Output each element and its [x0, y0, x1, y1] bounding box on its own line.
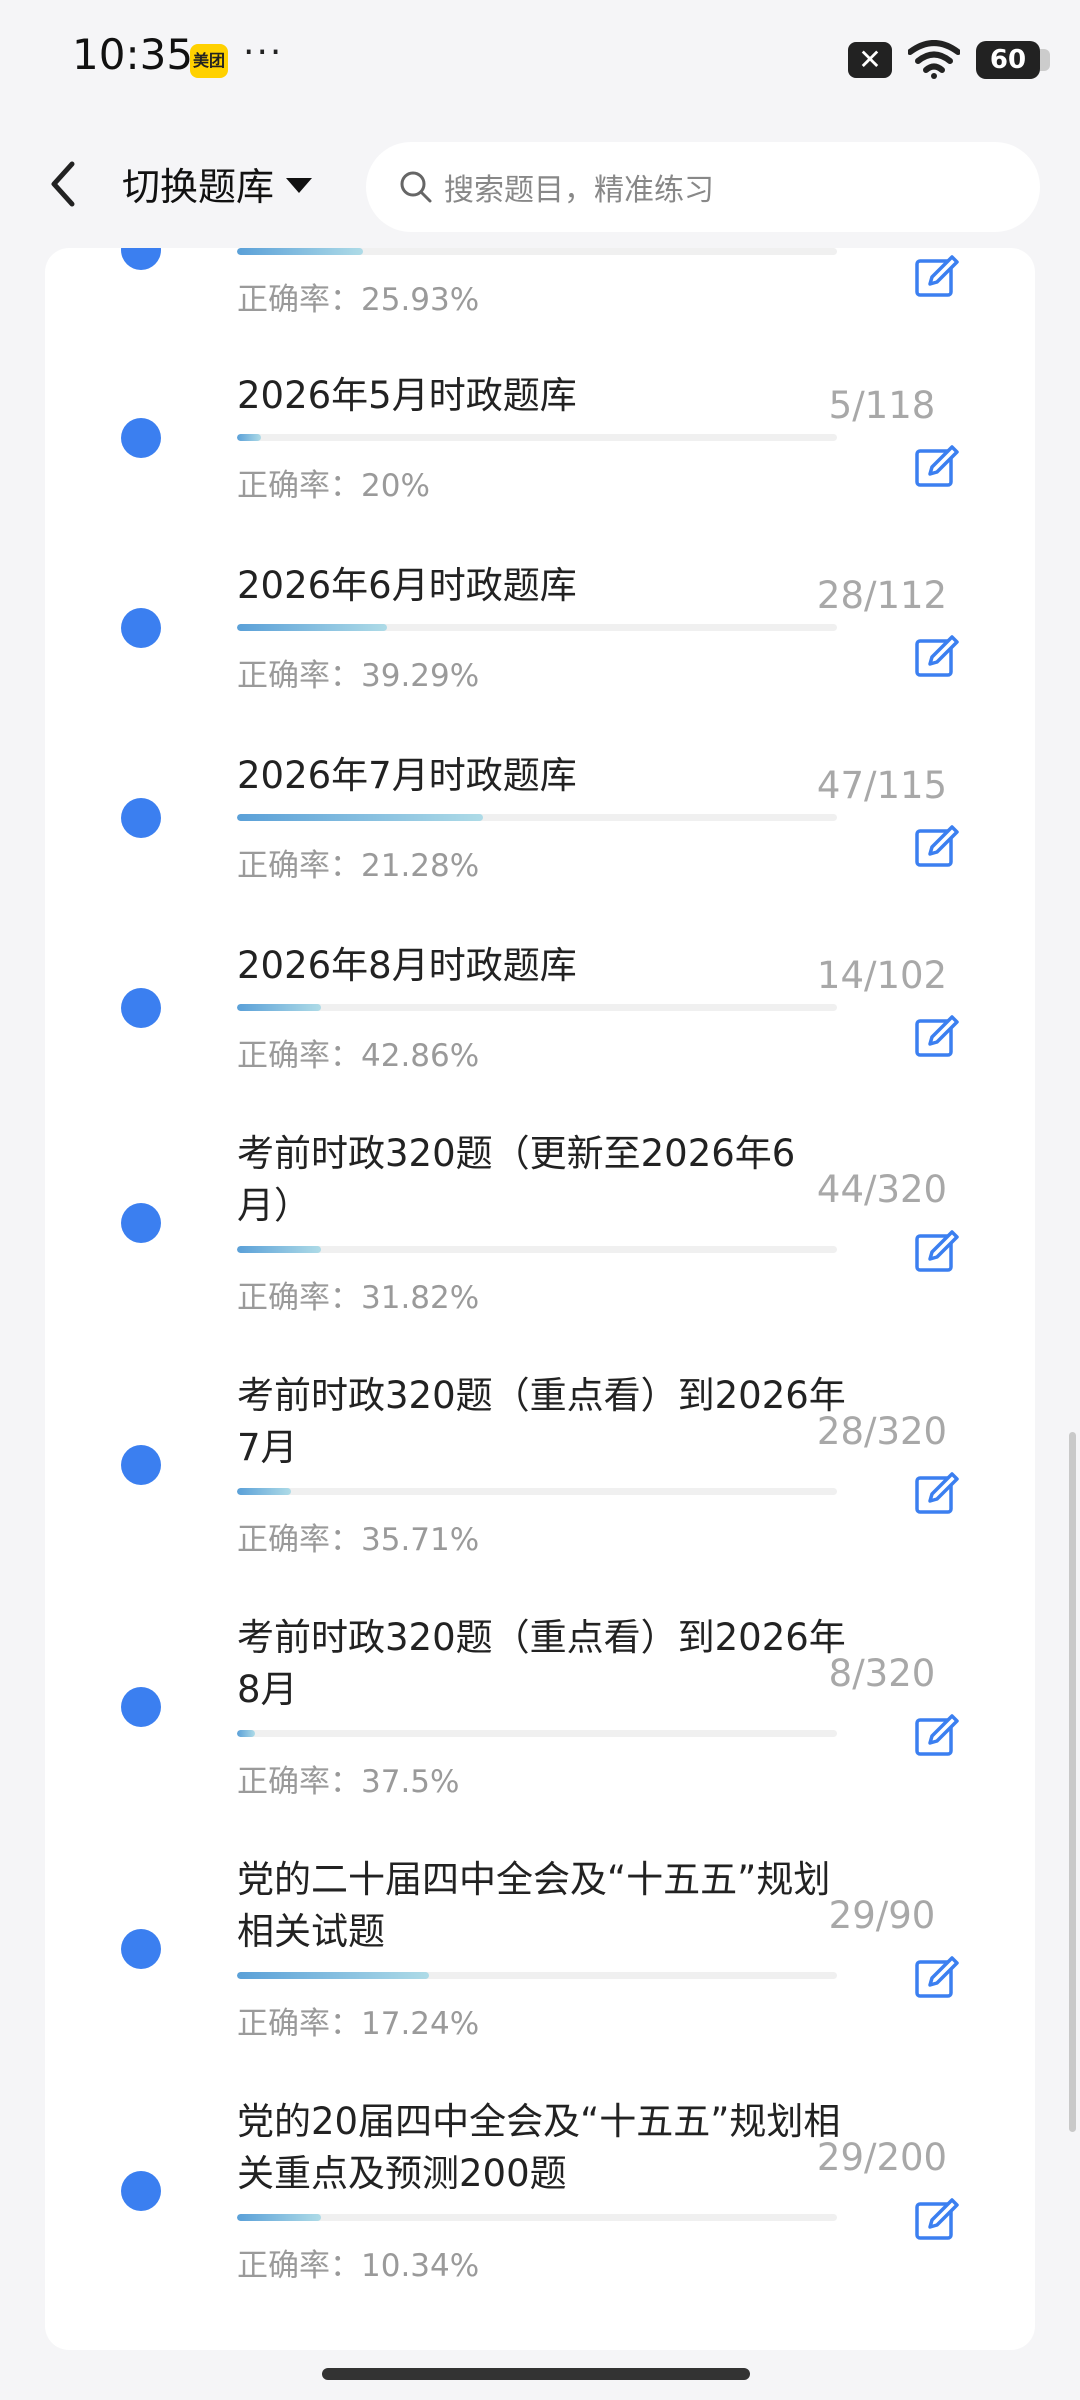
accuracy-prefix: 正确率：	[237, 1522, 361, 1558]
bullet-dot-icon	[121, 798, 161, 838]
accuracy-prefix: 正确率：	[237, 1764, 361, 1800]
accuracy-prefix: 正确率：	[237, 1038, 361, 1074]
accuracy-prefix: 正确率：	[237, 282, 361, 318]
switch-bank-label: 切换题库	[122, 165, 275, 209]
progress-count: 28/320	[816, 1410, 948, 1453]
progress-count: 47/115	[816, 764, 948, 807]
edit-icon[interactable]	[914, 824, 960, 870]
accuracy-text: 正确率：37.5%	[237, 1756, 459, 1801]
accuracy-text: 正确率：17.24%	[237, 1998, 479, 2043]
bullet-dot-icon	[121, 248, 161, 270]
accuracy-prefix: 正确率：	[237, 2006, 361, 2042]
edit-icon[interactable]	[914, 444, 960, 490]
accuracy-value: 35.71%	[361, 1522, 480, 1558]
progress-count: 8/320	[828, 1652, 936, 1695]
battery-icon: 60	[976, 41, 1050, 79]
edit-icon[interactable]	[914, 1471, 960, 1517]
progress-bar	[237, 624, 837, 631]
accuracy-value: 21.28%	[361, 848, 480, 884]
more-notifications-icon: ···	[243, 32, 284, 73]
progress-fill	[237, 248, 363, 255]
edit-icon[interactable]	[914, 1014, 960, 1060]
search-input[interactable]: 搜索题目，精准练习	[366, 142, 1040, 232]
home-indicator	[322, 2368, 750, 2380]
progress-count: 5/118	[828, 384, 936, 427]
progress-bar	[237, 1004, 837, 1011]
meituan-badge-icon: 美团	[190, 44, 228, 78]
accuracy-prefix: 正确率：	[237, 2248, 361, 2284]
status-bar: 10:35 美团 ··· ✕ 60	[0, 0, 1080, 120]
close-icon: ✕	[848, 42, 892, 78]
accuracy-prefix: 正确率：	[237, 848, 361, 884]
accuracy-prefix: 正确率：	[237, 1280, 361, 1316]
progress-count: 14/102	[816, 954, 948, 997]
wifi-icon	[908, 40, 960, 79]
accuracy-value: 10.34%	[361, 2248, 480, 2284]
bullet-dot-icon	[121, 1929, 161, 1969]
accuracy-prefix: 正确率：	[237, 658, 361, 694]
progress-bar	[237, 814, 837, 821]
progress-fill	[237, 1730, 255, 1737]
edit-icon[interactable]	[914, 254, 960, 300]
edit-icon[interactable]	[914, 634, 960, 680]
accuracy-value: 42.86%	[361, 1038, 480, 1074]
accuracy-text: 正确率：35.71%	[237, 1514, 479, 1559]
dropdown-arrow-icon	[286, 178, 313, 193]
progress-bar	[237, 1730, 837, 1737]
edit-icon[interactable]	[914, 1713, 960, 1759]
search-placeholder: 搜索题目，精准练习	[444, 173, 714, 208]
accuracy-prefix: 正确率：	[237, 468, 361, 504]
bullet-dot-icon	[121, 418, 161, 458]
progress-bar	[237, 2214, 837, 2221]
accuracy-text: 正确率：21.28%	[237, 840, 479, 885]
progress-fill	[237, 1004, 321, 1011]
bullet-dot-icon	[121, 1445, 161, 1485]
progress-fill	[237, 434, 261, 441]
progress-count: 44/320	[816, 1168, 948, 1211]
edit-icon[interactable]	[914, 1955, 960, 2001]
bullet-dot-icon	[121, 1203, 161, 1243]
progress-fill	[237, 1972, 429, 1979]
progress-fill	[237, 624, 387, 631]
accuracy-text: 正确率：42.86%	[237, 1030, 479, 1075]
accuracy-value: 25.93%	[361, 282, 480, 318]
bullet-dot-icon	[121, 2171, 161, 2211]
progress-bar	[237, 434, 837, 441]
edit-icon[interactable]	[914, 1229, 960, 1275]
progress-count: 29/200	[816, 2136, 948, 2179]
progress-bar	[237, 1488, 837, 1495]
accuracy-value: 20%	[361, 468, 430, 504]
switch-bank-button[interactable]: 切换题库	[122, 156, 313, 211]
bullet-dot-icon	[121, 988, 161, 1028]
bullet-dot-icon	[121, 608, 161, 648]
progress-count: 28/112	[816, 574, 948, 617]
edit-icon[interactable]	[914, 2197, 960, 2243]
question-bank-list: 正确率：25.93% 2026年5月时政题库 正确率：20% 5/118 2026年6月…	[45, 248, 1035, 2350]
header: 切换题库 搜索题目，精准练习	[0, 120, 1080, 248]
accuracy-text: 正确率：10.34%	[237, 2240, 479, 2285]
status-time: 10:35	[72, 30, 194, 79]
back-icon[interactable]	[40, 154, 90, 214]
progress-fill	[237, 814, 483, 821]
accuracy-value: 39.29%	[361, 658, 480, 694]
accuracy-text: 正确率：20%	[237, 460, 430, 505]
accuracy-text: 正确率：39.29%	[237, 650, 479, 695]
accuracy-text: 正确率：25.93%	[237, 274, 479, 319]
progress-bar	[237, 248, 837, 255]
accuracy-text: 正确率：31.82%	[237, 1272, 479, 1317]
scrollbar[interactable]	[1069, 1432, 1076, 2132]
search-icon	[400, 171, 432, 203]
progress-bar	[237, 1972, 837, 1979]
progress-fill	[237, 1488, 291, 1495]
accuracy-value: 17.24%	[361, 2006, 480, 2042]
accuracy-value: 37.5%	[361, 1764, 460, 1800]
accuracy-value: 31.82%	[361, 1280, 480, 1316]
progress-bar	[237, 1246, 837, 1253]
progress-count: 29/90	[828, 1894, 936, 1937]
bullet-dot-icon	[121, 1687, 161, 1727]
progress-fill	[237, 2214, 321, 2221]
progress-fill	[237, 1246, 321, 1253]
